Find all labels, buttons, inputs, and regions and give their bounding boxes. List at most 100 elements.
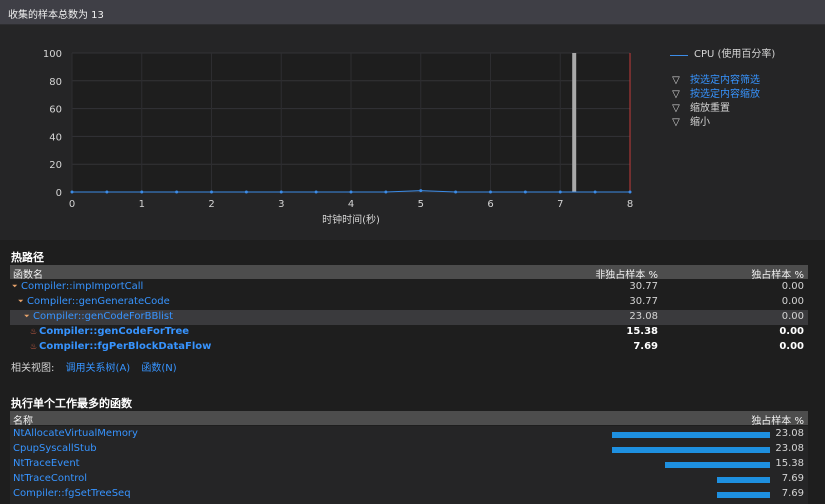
filter-icon: ▽ <box>672 89 680 100</box>
legend-cpu-entry: CPU (使用百分率) <box>670 48 775 62</box>
zoom-by-selection-link[interactable]: 按选定内容缩放 <box>690 88 760 102</box>
hot-path-function[interactable]: ♨ Compiler::genCodeForTree <box>30 326 189 337</box>
inclusive-value: 7.69 <box>633 341 658 352</box>
exclusive-value: 15.38 <box>775 458 804 469</box>
exclusive-value: 0.00 <box>779 326 804 337</box>
cpu-data-point <box>140 190 144 194</box>
top-function-row[interactable]: NtTraceControl 7.69 <box>10 472 808 487</box>
exclusive-value: 0.00 <box>779 341 804 352</box>
cpu-data-point <box>593 190 597 194</box>
x-tick-label: 5 <box>418 199 424 210</box>
x-tick-label: 0 <box>69 199 75 210</box>
sample-count-text: 收集的样本总数为 13 <box>8 10 104 21</box>
y-tick-label: 0 <box>56 188 62 199</box>
function-name-link[interactable]: NtTraceControl <box>13 473 87 484</box>
hot-path-row[interactable]: ⏷ Compiler::impImportCall 30.77 0.00 <box>10 280 808 295</box>
cpu-usage-chart[interactable]: 0 20 40 60 80 100 0 1 2 3 4 5 6 7 8 时钟时间(秒) <box>0 25 660 240</box>
top-functions-header: 名称 独占样本 % <box>10 411 808 427</box>
top-function-row[interactable]: NtTraceEvent 15.38 <box>10 457 808 472</box>
zoom-out-action[interactable]: ▽ 缩小 <box>670 116 775 130</box>
zoom-by-selection-action[interactable]: ▽ 按选定内容缩放 <box>670 88 775 102</box>
exclusive-value: 0.00 <box>781 281 804 292</box>
top-function-row[interactable]: Compiler::fgSetTreeSeq 7.69 <box>10 487 808 502</box>
cpu-data-point <box>384 190 388 194</box>
function-name-link[interactable]: NtAllocateVirtualMemory <box>13 428 138 439</box>
top-function-row[interactable]: NtAllocateVirtualMemory 23.08 <box>10 427 808 442</box>
hot-path-function[interactable]: ⏷ Compiler::genCodeForBBlist <box>24 311 173 322</box>
exclusive-value: 0.00 <box>781 311 804 322</box>
hot-path-function[interactable]: ⏷ Compiler::genGenerateCode <box>18 296 170 307</box>
col-function-name[interactable]: 函数名 <box>13 266 43 281</box>
chart-legend: CPU (使用百分率) ▽ 按选定内容筛选 ▽ 按选定内容缩放 ▽ 缩放重置 ▽… <box>670 48 775 130</box>
function-name-link[interactable]: Compiler::fgSetTreeSeq <box>13 488 131 499</box>
exclusive-value: 7.69 <box>781 488 804 499</box>
cpu-data-point <box>489 190 492 194</box>
cpu-data-point <box>523 190 527 194</box>
reset-zoom-action[interactable]: ▽ 缩放重置 <box>670 102 775 116</box>
cpu-data-point <box>210 190 213 194</box>
zoom-out-label[interactable]: 缩小 <box>690 116 710 130</box>
col-exclusive-samples[interactable]: 独占样本 % <box>751 266 804 281</box>
top-function-row[interactable]: CpupSyscallStub 23.08 <box>10 442 808 457</box>
functions-link[interactable]: 函数(N) <box>141 363 176 374</box>
hot-path-row[interactable]: ♨ Compiler::genCodeForTree 15.38 0.00 <box>10 325 808 340</box>
call-node-icon: ⏷ <box>18 297 24 305</box>
hot-path-title: 热路径 <box>11 251 44 264</box>
hot-path-row[interactable]: ⏷ Compiler::genGenerateCode 30.77 0.00 <box>10 295 808 310</box>
top-functions-title: 执行单个工作最多的函数 <box>11 397 132 410</box>
call-node-icon: ⏷ <box>24 312 30 320</box>
inclusive-value: 30.77 <box>629 296 658 307</box>
x-tick-label: 6 <box>487 199 493 210</box>
hot-path-row[interactable]: ⏷ Compiler::genCodeForBBlist 23.08 0.00 <box>10 310 808 325</box>
cpu-line-swatch <box>670 54 688 56</box>
function-name-link[interactable]: CpupSyscallStub <box>13 443 97 454</box>
exclusive-value: 0.00 <box>781 296 804 307</box>
hot-flame-icon: ♨ <box>30 342 38 351</box>
call-tree-link[interactable]: 调用关系树(A) <box>66 363 131 374</box>
exclusive-sample-bar <box>717 477 770 483</box>
function-name-link[interactable]: NtTraceEvent <box>13 458 80 469</box>
cpu-data-point <box>105 190 109 194</box>
reset-zoom-label[interactable]: 缩放重置 <box>690 102 730 116</box>
cpu-data-point <box>454 190 458 194</box>
y-tick-label: 100 <box>43 49 62 60</box>
y-tick-label: 20 <box>49 160 62 171</box>
cpu-data-point <box>70 190 74 194</box>
hot-flame-icon: ♨ <box>30 327 38 336</box>
filter-by-selection-action[interactable]: ▽ 按选定内容筛选 <box>670 74 775 88</box>
filter-by-selection-link[interactable]: 按选定内容筛选 <box>690 74 760 88</box>
hot-path-function[interactable]: ♨ Compiler::fgPerBlockDataFlow <box>30 341 211 352</box>
legend-cpu-label: CPU (使用百分率) <box>694 49 776 60</box>
x-tick-label: 8 <box>627 199 633 210</box>
filter-icon: ▽ <box>672 117 680 128</box>
inclusive-value: 23.08 <box>629 311 658 322</box>
cpu-data-point <box>175 190 179 194</box>
x-tick-label: 7 <box>557 199 563 210</box>
x-axis-label: 时钟时间(秒) <box>322 213 380 226</box>
x-tick-label: 3 <box>278 199 284 210</box>
filter-icon: ▽ <box>672 103 680 114</box>
col-inclusive-samples[interactable]: 非独占样本 % <box>595 266 658 281</box>
exclusive-value: 23.08 <box>775 428 804 439</box>
col-name[interactable]: 名称 <box>13 412 33 427</box>
cpu-data-point <box>279 190 283 194</box>
y-tick-label: 60 <box>49 105 62 116</box>
hot-path-header: 函数名 非独占样本 % 独占样本 % <box>10 265 808 281</box>
exclusive-sample-bar <box>665 462 770 468</box>
inclusive-value: 30.77 <box>629 281 658 292</box>
filter-icon: ▽ <box>672 75 680 86</box>
exclusive-sample-bar <box>612 447 770 453</box>
hot-path-row[interactable]: ♨ Compiler::fgPerBlockDataFlow 7.69 0.00 <box>10 340 808 355</box>
x-tick-label: 1 <box>139 199 145 210</box>
cpu-data-point <box>244 190 248 194</box>
sample-count-header: 收集的样本总数为 13 <box>0 0 825 25</box>
col-exclusive-samples[interactable]: 独占样本 % <box>751 412 804 427</box>
exclusive-sample-bar <box>612 432 770 438</box>
call-node-icon: ⏷ <box>12 282 18 290</box>
related-views: 相关视图: 调用关系树(A) 函数(N) <box>11 359 185 374</box>
inclusive-value: 15.38 <box>626 326 658 337</box>
hot-path-function[interactable]: ⏷ Compiler::impImportCall <box>12 281 143 292</box>
y-tick-label: 40 <box>49 132 62 143</box>
cpu-data-point <box>419 189 423 193</box>
y-tick-label: 80 <box>49 77 62 88</box>
